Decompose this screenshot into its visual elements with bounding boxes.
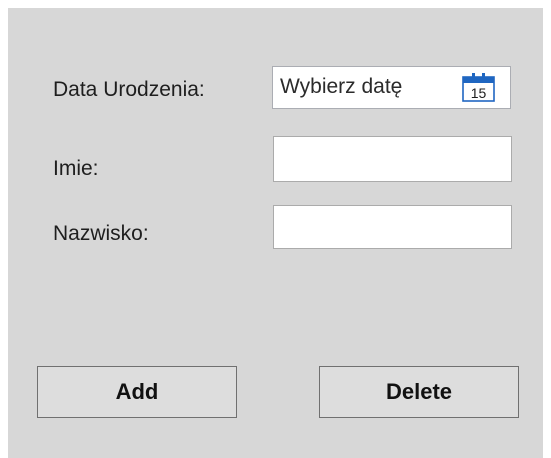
birthdate-label: Data Urodzenia: [53,78,205,101]
main-window: Data Urodzenia: Wybierz datę 15 Imie: Na… [8,8,543,458]
firstname-label: Imie: [53,157,99,180]
calendar-day-number: 15 [471,85,487,101]
birthdate-placeholder: Wybierz datę [280,75,403,98]
delete-button[interactable]: Delete [319,366,519,418]
add-button[interactable]: Add [37,366,237,418]
birthdate-datepicker[interactable]: Wybierz datę 15 [272,66,511,109]
lastname-field[interactable] [273,205,512,249]
calendar-icon[interactable]: 15 [462,73,495,102]
lastname-label: Nazwisko: [53,222,149,245]
firstname-field[interactable] [273,136,512,182]
